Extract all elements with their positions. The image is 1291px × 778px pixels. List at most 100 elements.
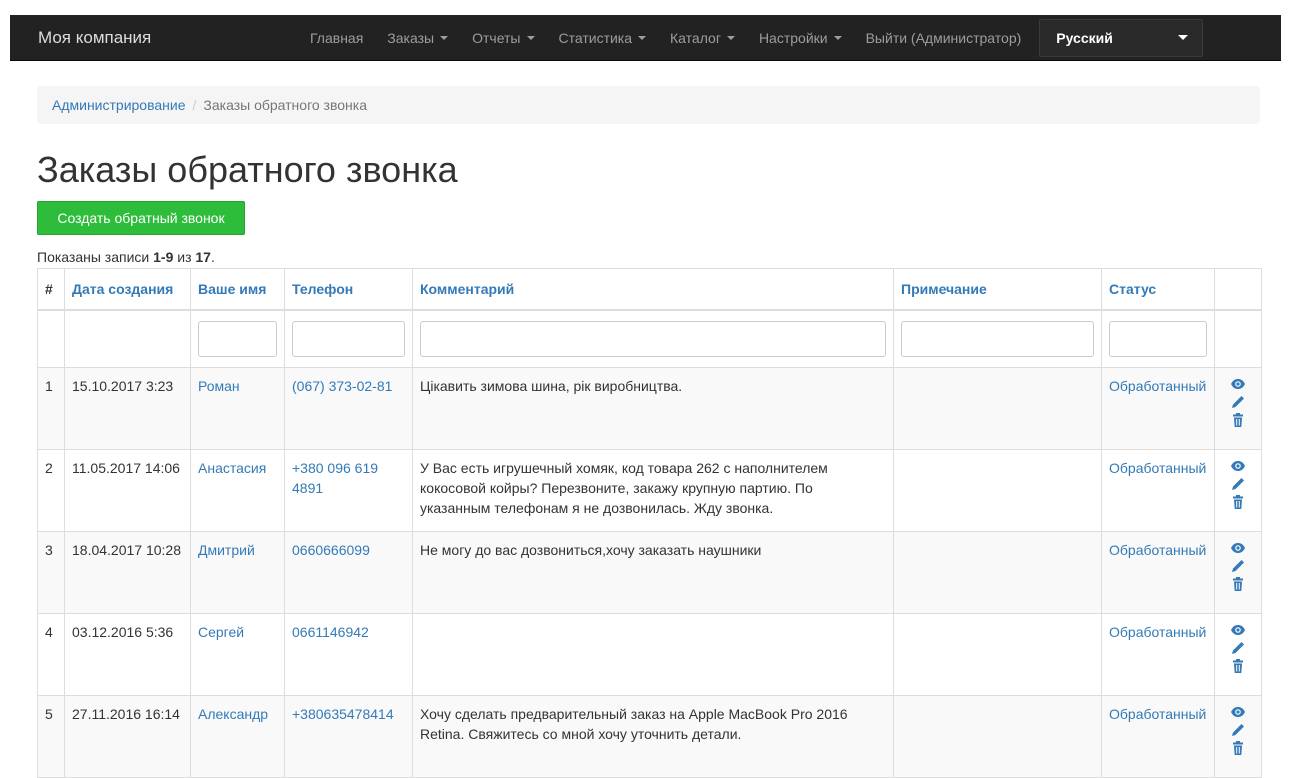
nav-item-catalog[interactable]: Каталог bbox=[658, 15, 747, 60]
sort-note-link[interactable]: Примечание bbox=[901, 281, 987, 297]
row-name-link[interactable]: Сергей bbox=[198, 624, 244, 640]
filter-cell bbox=[190, 309, 285, 368]
column-header-comment: Комментарий bbox=[412, 268, 894, 311]
row-note bbox=[893, 367, 1102, 450]
row-comment: Не могу до вас дозвониться,хочу заказать… bbox=[412, 531, 894, 614]
row-date: 03.12.2016 5:36 bbox=[64, 613, 191, 696]
row-name: Сергей bbox=[190, 613, 285, 696]
pencil-icon[interactable] bbox=[1230, 722, 1246, 738]
trash-icon[interactable] bbox=[1230, 412, 1246, 428]
note-filter-input[interactable] bbox=[901, 320, 1094, 357]
eye-icon[interactable] bbox=[1230, 704, 1246, 720]
table-header-row: # Дата создания Ваше имя Телефон Коммент… bbox=[37, 268, 1262, 311]
row-actions bbox=[1214, 449, 1262, 532]
row-name-link[interactable]: Александр bbox=[198, 706, 268, 722]
eye-icon[interactable] bbox=[1230, 622, 1246, 638]
filter-row bbox=[37, 309, 1262, 368]
row-date: 15.10.2017 3:23 bbox=[64, 367, 191, 450]
create-callback-button[interactable]: Создать обратный звонок bbox=[37, 201, 245, 235]
row-date: 18.04.2017 10:28 bbox=[64, 531, 191, 614]
nav-item-label: Выйти (Администратор) bbox=[865, 29, 1022, 46]
column-header-date: Дата создания bbox=[64, 268, 191, 311]
table-row: 4 03.12.2016 5:36 Сергей 0661146942 Обра… bbox=[37, 613, 1262, 696]
nav-item-home[interactable]: Главная bbox=[298, 15, 375, 60]
status-filter-input[interactable] bbox=[1109, 320, 1207, 357]
sort-name-link[interactable]: Ваше имя bbox=[198, 281, 266, 297]
row-name-link[interactable]: Роман bbox=[198, 378, 240, 394]
nav-item-logout[interactable]: Выйти (Администратор) bbox=[854, 15, 1034, 60]
breadcrumb-separator: / bbox=[192, 97, 197, 113]
pencil-icon[interactable] bbox=[1230, 394, 1246, 410]
row-status-link[interactable]: Обработанный bbox=[1109, 542, 1206, 558]
column-header-note: Примечание bbox=[893, 268, 1102, 311]
row-phone-link[interactable]: +380635478414 bbox=[292, 706, 394, 722]
pencil-icon[interactable] bbox=[1230, 476, 1246, 492]
sort-comment-link[interactable]: Комментарий bbox=[420, 281, 514, 297]
nav-item-label: Настройки bbox=[758, 29, 828, 46]
sort-phone-link[interactable]: Телефон bbox=[292, 281, 353, 297]
row-phone-link[interactable]: 0661146942 bbox=[292, 624, 369, 640]
nav-item-label: Заказы bbox=[387, 29, 435, 46]
row-status-link[interactable]: Обработанный bbox=[1109, 378, 1206, 394]
filter-cell bbox=[1214, 309, 1262, 368]
row-comment bbox=[412, 613, 894, 696]
summary-prefix: Показаны записи bbox=[37, 249, 154, 265]
language-select[interactable]: Русский bbox=[1039, 18, 1204, 57]
row-status-link[interactable]: Обработанный bbox=[1109, 460, 1206, 476]
column-header-status: Статус bbox=[1101, 268, 1215, 311]
name-filter-input[interactable] bbox=[198, 320, 277, 357]
pencil-icon[interactable] bbox=[1230, 640, 1246, 656]
trash-icon[interactable] bbox=[1230, 494, 1246, 510]
brand-name[interactable]: Моя компания bbox=[38, 28, 298, 48]
row-status-link[interactable]: Обработанный bbox=[1109, 624, 1206, 640]
row-actions bbox=[1214, 367, 1262, 450]
pencil-icon[interactable] bbox=[1230, 558, 1246, 574]
caret-down-icon bbox=[440, 35, 449, 40]
row-comment: У Вас есть игрушечный хомяк, код товара … bbox=[412, 449, 894, 532]
row-name-link[interactable]: Дмитрий bbox=[198, 542, 255, 558]
filter-cell bbox=[284, 309, 413, 368]
callbacks-table: # Дата создания Ваше имя Телефон Коммент… bbox=[37, 268, 1262, 778]
row-actions bbox=[1214, 531, 1262, 614]
records-summary: Показаны записи 1-9 из 17. bbox=[37, 249, 215, 265]
row-phone-link[interactable]: 0660666099 bbox=[292, 542, 370, 558]
row-phone-link[interactable]: (067) 373-02-81 bbox=[292, 378, 392, 394]
caret-down-icon bbox=[638, 35, 647, 40]
row-status-link[interactable]: Обработанный bbox=[1109, 706, 1206, 722]
trash-icon[interactable] bbox=[1230, 576, 1246, 592]
filter-cell bbox=[893, 309, 1102, 368]
eye-icon[interactable] bbox=[1230, 540, 1246, 556]
summary-range: 1-9 bbox=[153, 249, 174, 265]
page-title: Заказы обратного звонка bbox=[37, 149, 458, 190]
trash-icon[interactable] bbox=[1230, 658, 1246, 674]
nav-item-statistics[interactable]: Статистика bbox=[547, 15, 659, 60]
breadcrumb-admin-link[interactable]: Администрирование bbox=[52, 97, 186, 113]
row-number: 5 bbox=[37, 695, 65, 778]
row-name: Александр bbox=[190, 695, 285, 778]
eye-icon[interactable] bbox=[1230, 376, 1246, 392]
row-phone-link[interactable]: +380 096 619 4891 bbox=[292, 460, 378, 496]
caret-down-icon bbox=[833, 35, 842, 40]
column-header-number: # bbox=[37, 268, 65, 311]
nav-item-reports[interactable]: Отчеты bbox=[460, 15, 546, 60]
row-phone: 0661146942 bbox=[284, 613, 413, 696]
row-actions bbox=[1214, 613, 1262, 696]
breadcrumb: Администрирование / Заказы обратного зво… bbox=[37, 86, 1260, 124]
row-status: Обработанный bbox=[1101, 367, 1215, 450]
nav-item-orders[interactable]: Заказы bbox=[375, 15, 460, 60]
row-name: Анастасия bbox=[190, 449, 285, 532]
main-nav: Главная Заказы Отчеты Статистика Каталог… bbox=[298, 15, 1033, 60]
phone-filter-input[interactable] bbox=[292, 320, 405, 357]
comment-filter-input[interactable] bbox=[420, 320, 886, 357]
row-note bbox=[893, 531, 1102, 614]
row-name-link[interactable]: Анастасия bbox=[198, 460, 266, 476]
trash-icon[interactable] bbox=[1230, 740, 1246, 756]
row-note bbox=[893, 449, 1102, 532]
sort-status-link[interactable]: Статус bbox=[1109, 281, 1156, 297]
eye-icon[interactable] bbox=[1230, 458, 1246, 474]
sort-date-link[interactable]: Дата создания bbox=[72, 281, 173, 297]
nav-item-settings[interactable]: Настройки bbox=[747, 15, 854, 60]
row-number: 4 bbox=[37, 613, 65, 696]
language-value: Русский bbox=[1056, 29, 1113, 46]
row-phone: +380635478414 bbox=[284, 695, 413, 778]
